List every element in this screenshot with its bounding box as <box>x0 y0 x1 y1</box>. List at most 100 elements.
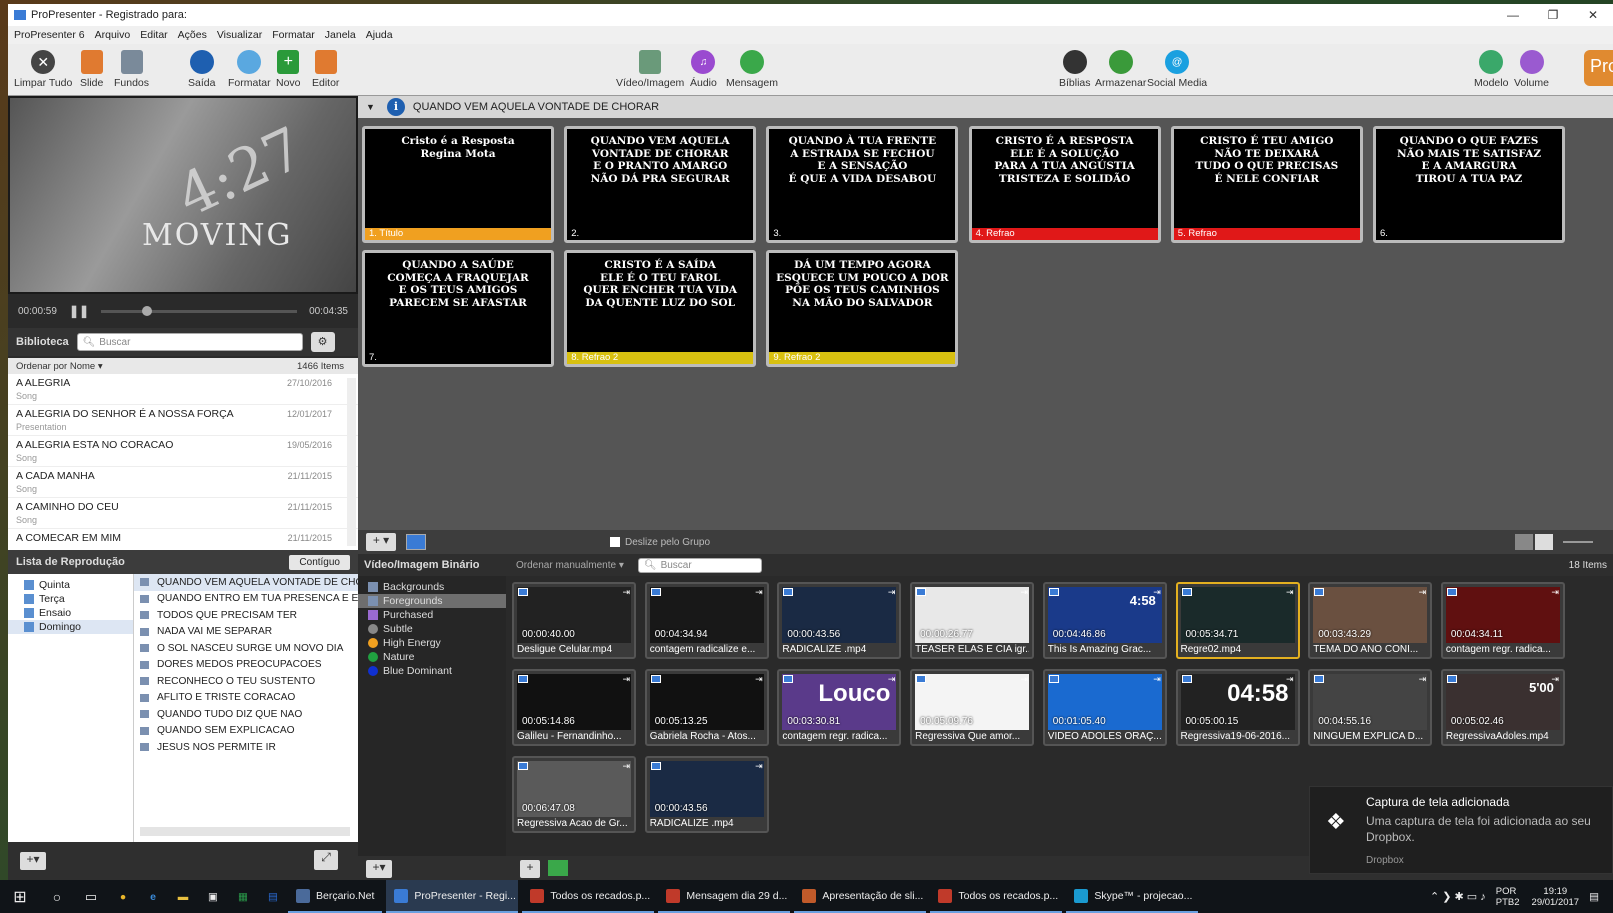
media-category[interactable]: High Energy <box>358 636 506 650</box>
edge-icon[interactable]: e <box>138 891 168 903</box>
taskbar-app[interactable]: Todos os recados.p... <box>522 880 655 913</box>
list-item[interactable]: A CAMINHO DO CEU Song 21/11/2015 <box>8 498 358 529</box>
taskbar-app[interactable]: Skype™ - projecao... <box>1066 880 1199 913</box>
new-button[interactable]: + Novo <box>276 50 301 89</box>
explorer-icon[interactable]: ▬ <box>168 891 198 903</box>
output-button[interactable]: Saída <box>188 50 215 89</box>
slide-thumbnail[interactable]: DÁ UM TEMPO AGORA ESQUECE UM POUCO A DOR… <box>766 250 959 367</box>
audio-button[interactable]: ♫ Áudio <box>690 50 717 89</box>
media-thumbnail[interactable]: ⇥ 00:06:47.08 Regressiva Acao de Gr... <box>512 756 636 833</box>
store-icon[interactable]: ▣ <box>198 891 228 903</box>
menu-visualizar[interactable]: Visualizar <box>217 29 262 41</box>
slide-view-icon[interactable] <box>406 534 426 550</box>
taskbar-app[interactable]: ProPresenter - Regi... <box>386 880 519 913</box>
windows-start-icon[interactable]: ⊞ <box>0 887 40 907</box>
store-button[interactable]: Armazenar <box>1095 50 1146 89</box>
media-thumbnail[interactable]: 4:58 ⇥ 00:04:46.86 This Is Amazing Grac... <box>1042 582 1167 659</box>
playlist-item[interactable]: RECONHECO O TEU SUSTENTO <box>134 673 358 690</box>
playlist-item[interactable]: QUANDO ENTRO EM TUA PRESENCA E EX <box>134 591 358 608</box>
maximize-icon[interactable]: ❐ <box>1533 8 1573 22</box>
media-sort[interactable]: Ordenar manualmente ▾ <box>516 560 624 571</box>
media-thumbnail[interactable]: ⇥ 00:04:34.11 contagem regr. radica... <box>1440 582 1565 659</box>
list-item[interactable]: A ALEGRIA ESTA NO CORACAO Song 19/05/2016 <box>8 436 358 467</box>
media-thumbnail[interactable]: ⇥ 00:00:43.56 RADICALIZE .mp4 <box>644 756 769 833</box>
menu-formatar[interactable]: Formatar <box>272 29 315 41</box>
playlist-group[interactable]: Ensaio <box>8 606 133 620</box>
media-category[interactable]: Foregrounds <box>358 594 506 608</box>
library-search-input[interactable]: 🔍︎ Buscar <box>76 333 303 351</box>
media-thumbnail[interactable]: 04:58 ⇥ 00:05:00.15 Regressiva19-06-2016... <box>1175 669 1300 746</box>
slide-thumbnail[interactable]: Cristo é a Resposta Regina Mota 1. Título <box>362 126 554 243</box>
library-scrollbar[interactable] <box>347 378 356 546</box>
gear-icon[interactable]: ⚙ <box>310 332 335 352</box>
task-view-icon[interactable]: ▭ <box>74 889 108 905</box>
playlist-group[interactable]: Terça <box>8 592 133 606</box>
media-category[interactable]: Backgrounds <box>358 580 506 594</box>
editor-button[interactable]: Editor <box>312 50 339 89</box>
library-sort[interactable]: Ordenar por Nome ▾ <box>16 361 103 372</box>
scrub-handle[interactable] <box>142 305 153 316</box>
close-icon[interactable]: ✕ <box>1573 8 1613 22</box>
media-thumbnail[interactable]: ⇥ 00:00:40.00 Desligue Celular.mp4 <box>512 582 636 659</box>
video-image-button[interactable]: Vídeo/Imagem <box>616 50 684 89</box>
slide-thumbnail[interactable]: CRISTO É A SAÍDA ELE É O TEU FAROL QUER … <box>564 250 757 367</box>
media-thumbnail[interactable]: ⇥ 00:00:43.56 RADICALIZE .mp4 <box>777 582 902 659</box>
slide-thumbnail[interactable]: QUANDO À TUA FRENTE A ESTRADA SE FECHOU … <box>766 126 959 243</box>
playlist-item[interactable]: AFLITO E TRISTE CORACAO <box>134 690 358 707</box>
clock[interactable]: 19:19 29/01/2017 <box>1532 886 1580 908</box>
bibles-button[interactable]: Bíblias <box>1059 50 1091 89</box>
slide-thumbnail[interactable]: CRISTO É TEU AMIGO NÃO TE DEIXARÁ TUDO O… <box>1170 126 1363 243</box>
slide-thumbnail[interactable]: CRISTO É A RESPOSTA ELE É A SOLUÇÃO PARA… <box>968 126 1161 243</box>
media-search-input[interactable]: 🔍︎ Buscar <box>637 557 762 573</box>
message-button[interactable]: Mensagem <box>726 50 778 89</box>
list-item[interactable]: A ALEGRIA Song 27/10/2016 <box>8 374 358 405</box>
playlist-item[interactable]: DORES MEDOS PREOCUPACOES <box>134 657 358 674</box>
playlist-item[interactable]: TODOS QUE PRECISAM TER <box>134 607 358 624</box>
media-thumbnail[interactable]: Louco ⇥ 00:03:30.81 contagem regr. radica..… <box>777 669 902 746</box>
volume-button[interactable]: Volume <box>1514 50 1549 89</box>
media-thumbnail[interactable]: ⇥ 00:05:14.86 Galileu - Fernandinho... <box>512 669 636 746</box>
search-icon[interactable]: ○ <box>40 889 74 905</box>
grid-view-icon[interactable] <box>1515 534 1533 550</box>
template-button[interactable]: Modelo <box>1474 50 1508 89</box>
notifications-icon[interactable]: ▤ <box>1589 891 1599 903</box>
playlist-item[interactable]: QUANDO SEM EXPLICACAO <box>134 723 358 740</box>
zoom-slider[interactable] <box>1563 541 1593 543</box>
media-thumbnail[interactable]: ⇥ 00:05:34.71 Regre02.mp4 <box>1175 582 1300 659</box>
group-slide-checkbox[interactable] <box>610 537 620 547</box>
menu-ajuda[interactable]: Ajuda <box>366 29 393 41</box>
menu-janela[interactable]: Janela <box>325 29 356 41</box>
info-icon[interactable]: i <box>386 98 405 116</box>
media-category[interactable]: Purchased <box>358 608 506 622</box>
list-item[interactable]: A ALEGRIA DO SENHOR É A NOSSA FORÇA Prese… <box>8 405 358 436</box>
expand-icon[interactable]: ⤢ <box>314 850 338 870</box>
add-media-group-button[interactable]: +▾ <box>366 860 392 878</box>
slide-thumbnail[interactable]: QUANDO A SAÚDE COMEÇA A FRAQUEJAR E OS T… <box>362 250 554 367</box>
taskbar-app[interactable]: Berçario.Net <box>288 880 383 913</box>
scrub-bar[interactable] <box>101 305 298 316</box>
social-media-button[interactable]: @ Social Media <box>1147 50 1207 89</box>
list-item[interactable]: A CADA MANHA Song 21/11/2015 <box>8 467 358 498</box>
chrome-icon[interactable]: ● <box>108 891 138 903</box>
media-category[interactable]: Blue Dominant <box>358 664 506 678</box>
slide-thumbnail[interactable]: QUANDO VEM AQUELA VONTADE DE CHORAR E O … <box>564 126 757 243</box>
list-view-icon[interactable] <box>1535 534 1553 550</box>
media-thumbnail[interactable]: ⇥ 00:00:26.77 TEASER ELAS E CIA igr... <box>910 582 1035 659</box>
media-thumbnail[interactable]: ⇥ 00:03:43.29 TEMA DO ANO CONI... <box>1308 582 1433 659</box>
media-thumbnail[interactable]: 5'00 ⇥ 00:05:02.46 RegressivaAdoles.mp4 <box>1440 669 1565 746</box>
collapse-icon[interactable]: ▼ <box>366 102 375 112</box>
taskbar-app[interactable]: Mensagem dia 29 d... <box>658 880 791 913</box>
playlist-item[interactable]: NADA VAI ME SEPARAR <box>134 624 358 641</box>
add-media-button[interactable]: + <box>520 860 540 878</box>
add-slide-button[interactable]: + ▾ <box>366 533 396 551</box>
slide-button[interactable]: Slide <box>80 50 103 89</box>
taskbar-app[interactable]: Todos os recados.p... <box>930 880 1063 913</box>
taskbar-app[interactable]: Apresentação de sli... <box>794 880 927 913</box>
dropbox-notification[interactable]: ❖ Captura de tela adicionada Uma captura… <box>1309 786 1613 874</box>
media-category[interactable]: Nature <box>358 650 506 664</box>
media-thumbnail[interactable]: ⇥ 00:05:09.76 Regressiva Que amor... <box>910 669 1035 746</box>
media-type-icon[interactable] <box>548 860 568 876</box>
playlist-group[interactable]: Domingo <box>8 620 133 634</box>
list-item[interactable]: A COMECAR EM MIM 21/11/2015 <box>8 529 358 550</box>
playlist-item[interactable]: QUANDO TUDO DIZ QUE NAO <box>134 706 358 723</box>
